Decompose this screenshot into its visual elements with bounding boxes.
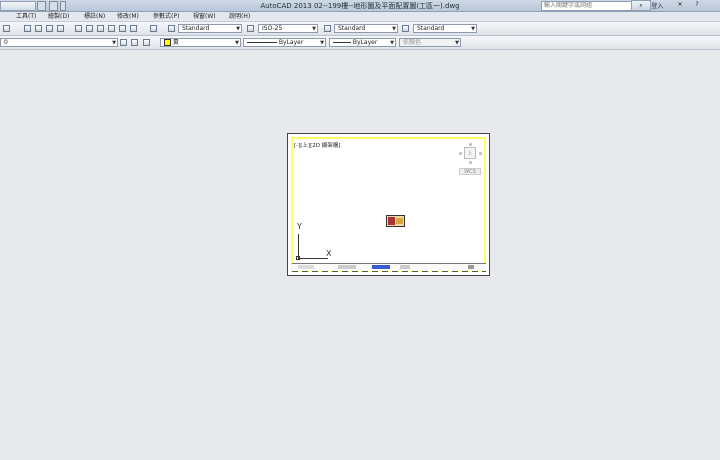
dashed-line: [292, 271, 486, 272]
undo-icon[interactable]: [3, 25, 10, 32]
drawing-part-yellow: [396, 218, 403, 224]
linetype-select[interactable]: ByLayer ▼: [243, 38, 326, 47]
zoom-realtime-icon[interactable]: [35, 25, 42, 32]
table-style-icon[interactable]: [324, 25, 331, 32]
text-style-value: Standard: [182, 25, 210, 32]
chevron-down-icon: ▼: [392, 26, 396, 32]
layout-tab-active[interactable]: [372, 265, 390, 269]
ucs-x-label: X: [326, 249, 332, 258]
viewcube-east-icon[interactable]: [479, 152, 482, 155]
wcs-label: WCS: [464, 169, 476, 175]
dim-style-value: ISO-25: [262, 25, 283, 32]
text-style-icon[interactable]: [168, 25, 175, 32]
markup-icon[interactable]: [119, 25, 126, 32]
help-icon[interactable]: ?: [693, 0, 701, 9]
viewcube-south-icon[interactable]: [469, 161, 472, 164]
scroll-arrow-icon[interactable]: [468, 265, 474, 269]
table-style-select[interactable]: Standard ▼: [334, 24, 398, 33]
tool-palettes-icon[interactable]: [97, 25, 104, 32]
drawing-viewport[interactable]: [-][上][2D 線架構] 上 WCS Y X: [287, 133, 490, 276]
ucs-origin-icon: [296, 256, 300, 260]
plot-style-value: 依顏色: [403, 39, 422, 46]
dim-style-icon[interactable]: [247, 25, 254, 32]
menu-modify[interactable]: 修改(M): [117, 12, 139, 21]
color-value: 黃: [172, 39, 179, 46]
ucs-x-axis: [298, 258, 328, 259]
drawing-part-red: [388, 217, 395, 225]
chevron-down-icon: ▼: [455, 40, 459, 46]
layout-tab[interactable]: [400, 265, 410, 269]
layer-previous-icon[interactable]: [131, 39, 138, 46]
chevron-down-icon: ▼: [390, 40, 394, 46]
table-style-value: Standard: [338, 25, 366, 32]
calculator-icon[interactable]: [130, 25, 137, 32]
multileader-style-select[interactable]: Standard ▼: [413, 24, 477, 33]
model-tab[interactable]: [298, 265, 314, 269]
layer-value: 0: [4, 39, 8, 46]
layout-tabs-bar: [292, 263, 486, 271]
menu-parametric[interactable]: 參數式(P): [153, 12, 179, 21]
menu-window[interactable]: 視窗(W): [193, 12, 216, 21]
search-button[interactable]: ⌕: [631, 0, 651, 11]
search-input[interactable]: 輸入關鍵字或詞組: [541, 1, 635, 11]
multileader-style-value: Standard: [417, 25, 445, 32]
help-icon[interactable]: [150, 25, 157, 32]
layers-toolbar: 0 ▼ 黃 ▼ ByLayer ▼ ByLayer ▼ 依顏色 ▼: [0, 36, 720, 50]
multileader-style-icon[interactable]: [402, 25, 409, 32]
properties-icon[interactable]: [75, 25, 82, 32]
chevron-down-icon: ▼: [112, 40, 116, 46]
layer-select[interactable]: 0 ▼: [0, 38, 118, 47]
make-current-layer-icon[interactable]: [120, 39, 127, 46]
zoom-window-icon[interactable]: [46, 25, 53, 32]
plot-style-select[interactable]: 依顏色 ▼: [399, 38, 461, 47]
chevron-down-icon: ▼: [471, 26, 475, 32]
viewport-border: [291, 137, 486, 272]
design-center-icon[interactable]: [86, 25, 93, 32]
menu-draw[interactable]: 繪製(D): [48, 12, 69, 21]
linetype-preview: [247, 42, 277, 43]
color-swatch: [164, 39, 171, 46]
lineweight-preview: [333, 42, 351, 43]
drawing-content-block[interactable]: [386, 215, 405, 227]
exchange-icon[interactable]: ✕: [676, 0, 684, 9]
chevron-down-icon: ▼: [320, 40, 324, 46]
viewcube[interactable]: 上: [464, 147, 476, 159]
lineweight-value: ByLayer: [352, 39, 378, 46]
pan-icon[interactable]: [24, 25, 31, 32]
menu-help[interactable]: 說明(H): [229, 12, 250, 21]
viewport-controls[interactable]: [-][上][2D 線架構]: [294, 141, 340, 149]
chevron-down-icon: ▼: [236, 26, 240, 32]
color-select[interactable]: 黃 ▼: [160, 38, 241, 47]
menu-dimension[interactable]: 標註(N): [84, 12, 105, 21]
linetype-value: ByLayer: [278, 39, 304, 46]
zoom-previous-icon[interactable]: [57, 25, 64, 32]
dim-style-select[interactable]: ISO-25 ▼: [258, 24, 318, 33]
lineweight-select[interactable]: ByLayer ▼: [329, 38, 396, 47]
viewcube-north-icon[interactable]: [469, 143, 472, 146]
login-label: 登入: [651, 3, 664, 10]
title-bar: AutoCAD 2013 02--199樓--地形圖及平面配置圖(工區一).dw…: [0, 0, 720, 12]
chevron-down-icon: ▼: [235, 40, 239, 46]
sheet-set-icon[interactable]: [108, 25, 115, 32]
text-style-select[interactable]: Standard ▼: [178, 24, 242, 33]
menu-tools[interactable]: 工具(T): [16, 12, 36, 21]
standard-toolbar: Standard ▼ ISO-25 ▼ Standard ▼ Standard ▼: [0, 22, 720, 36]
layout-tab[interactable]: [338, 265, 356, 269]
ucs-y-label: Y: [297, 222, 302, 231]
chevron-down-icon: ▼: [312, 26, 316, 32]
viewcube-west-icon[interactable]: [459, 152, 462, 155]
wcs-menu[interactable]: WCS: [459, 168, 481, 175]
menu-bar: 工具(T) 繪製(D) 標註(N) 修改(M) 參數式(P) 視窗(W) 說明(…: [0, 12, 720, 22]
layer-states-icon[interactable]: [143, 39, 150, 46]
